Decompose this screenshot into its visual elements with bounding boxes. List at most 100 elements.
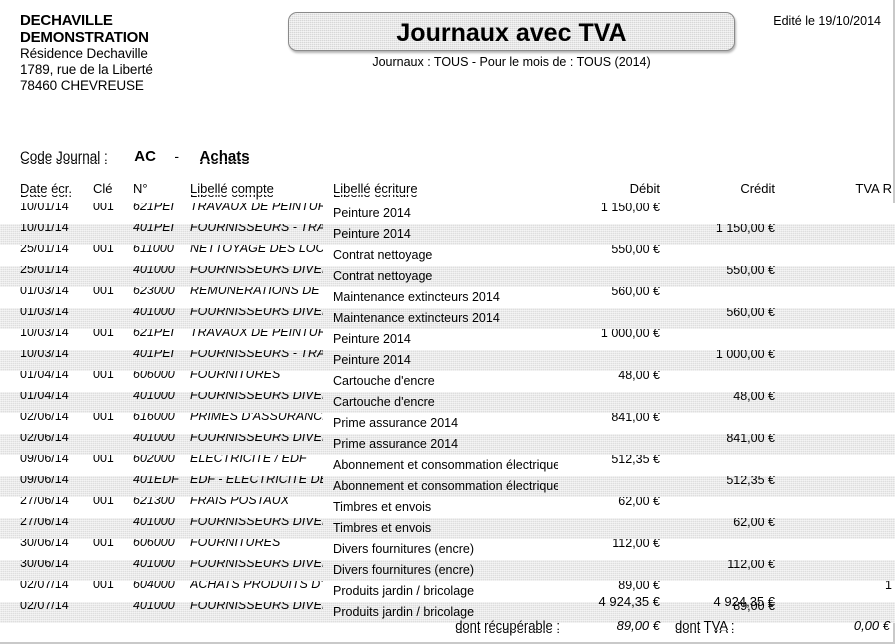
cell-date: 02/06/14: [20, 434, 69, 444]
cell-date: 30/06/14: [20, 539, 69, 549]
journal-separator: -: [174, 148, 180, 164]
company-name-line2: DEMONSTRATION: [20, 29, 149, 46]
company-address-line1: Résidence Dechaville: [20, 46, 148, 61]
table-row[interactable]: 30/06/14 001 606000 FOURNITURES Divers fourn…: [0, 539, 895, 560]
column-header-date: Date écr.: [20, 181, 86, 196]
cell-date: 10/03/14: [20, 350, 69, 360]
cell-libelle-compte: FOURNISSEURS DIVERS: [190, 308, 323, 318]
table-row[interactable]: 01/03/14 401000 FOURNISSEURS DIVERS Mainten…: [0, 308, 895, 329]
cell-credit: 560,00 €: [726, 308, 775, 319]
cell-num: 621300: [133, 497, 175, 507]
company-address-line2: 1789, rue de la Liberté: [20, 62, 153, 77]
cell-libelle-compte: FOURNISSEURS DIVERS: [190, 266, 323, 276]
cell-libelle-compte: FOURNISSEURS - TRAVAUX DE: [190, 224, 323, 234]
report-title: Journaux avec TVA: [396, 19, 627, 47]
entries-table: Date écr. Clé N° Libellé compte Libellé …: [0, 181, 895, 623]
cell-debit: 62,00 €: [618, 497, 660, 508]
cell-date: 10/01/14: [20, 203, 69, 213]
table-row[interactable]: 02/06/14 401000 FOURNISSEURS DIVERS Prime a…: [0, 434, 895, 455]
cell-credit: 1 150,00 €: [715, 224, 775, 235]
cell-libelle-ecriture: Abonnement et consommation électrique 1e…: [333, 458, 558, 472]
cell-libelle-compte: NETTOYAGE DES LOCAUX: [190, 245, 323, 255]
cell-libelle-ecriture: Peinture 2014: [333, 206, 411, 220]
table-row[interactable]: 01/04/14 401000 FOURNISSEURS DIVERS Cartouc…: [0, 392, 895, 413]
cell-libelle-compte: FOURNISSEURS DIVERS: [190, 434, 323, 444]
table-row[interactable]: 25/01/14 401000 FOURNISSEURS DIVERS Contrat…: [0, 266, 895, 287]
cell-credit: 48,00 €: [733, 392, 775, 403]
report-subtitle: Journaux : TOUS - Pour le mois de : TOUS…: [372, 55, 651, 69]
cell-date: 10/01/14: [20, 224, 69, 234]
table-row[interactable]: 30/06/14 401000 FOURNISSEURS DIVERS Divers …: [0, 560, 895, 581]
cell-num: 621PEI: [133, 329, 175, 339]
table-row[interactable]: 10/01/14 401PEI FOURNISSEURS - TRAVAUX DE P…: [0, 224, 895, 245]
company-header: DECHAVILLE DEMONSTRATION Résidence Decha…: [20, 12, 290, 94]
cell-libelle-ecriture: Maintenance extincteurs 2014: [333, 290, 500, 304]
cell-num: 401000: [133, 560, 175, 570]
cell-libelle-ecriture: Prime assurance 2014: [333, 416, 459, 430]
column-header-cle: Clé: [93, 181, 113, 196]
cell-libelle-compte: ELECTRICITE / EDF: [190, 455, 307, 465]
table-row[interactable]: 27/06/14 001 621300 FRAIS POSTAUX Timbres et…: [0, 497, 895, 518]
cell-cle: 001: [93, 245, 114, 255]
cell-debit: 560,00 €: [611, 287, 660, 298]
column-header-libelle-ecriture: Libellé écriture: [333, 181, 558, 196]
recoverable-label: dont récupérable :: [415, 618, 560, 633]
cell-date: 01/04/14: [20, 371, 69, 381]
cell-libelle-ecriture: Timbres et envois: [333, 521, 432, 535]
table-row[interactable]: 10/03/14 001 621PEI TRAVAUX DE PEINTURE (no…: [0, 329, 895, 350]
cell-tva: 1: [885, 581, 892, 592]
column-header-num: N°: [133, 181, 148, 196]
cell-num: 606000: [133, 371, 175, 381]
cell-cle: 001: [93, 371, 114, 381]
cell-libelle-ecriture: Peinture 2014: [333, 353, 411, 367]
cell-num: 401EDF: [133, 476, 179, 486]
column-header-tva-extra: R: [882, 181, 892, 196]
cell-cle: 001: [93, 539, 114, 549]
cell-cle: 001: [93, 203, 114, 213]
cell-cle: 001: [93, 497, 114, 507]
cell-date: 27/06/14: [20, 497, 69, 507]
table-row[interactable]: 25/01/14 001 611000 NETTOYAGE DES LOCAUX Con…: [0, 245, 895, 266]
table-row[interactable]: 02/06/14 001 616000 PRIMES D'ASSURANCES Prim…: [0, 413, 895, 434]
cell-num: 616000: [133, 413, 175, 423]
table-row[interactable]: 01/04/14 001 606000 FOURNITURES Cartouche d'…: [0, 371, 895, 392]
cell-debit: 550,00 €: [611, 245, 660, 256]
total-credit: 4 924,35 €: [713, 594, 775, 609]
cell-credit: 550,00 €: [726, 266, 775, 277]
cell-libelle-ecriture: Maintenance extincteurs 2014: [333, 311, 500, 325]
cell-libelle-ecriture: Divers fournitures (encre): [333, 563, 475, 577]
cell-num: 401PEI: [133, 224, 175, 234]
company-name-line1: DECHAVILLE: [20, 12, 113, 29]
cell-libelle-compte: TRAVAUX DE PEINTURE (non t: [190, 203, 323, 213]
cell-debit: 1 000,00 €: [600, 329, 660, 340]
cell-libelle-ecriture: Cartouche d'encre: [333, 395, 435, 409]
cell-date: 09/06/14: [20, 476, 69, 486]
cell-credit: 512,35 €: [726, 476, 775, 487]
company-address-line3: 78460 CHEVREUSE: [20, 78, 144, 93]
cell-num: 606000: [133, 539, 175, 549]
cell-date: 25/01/14: [20, 245, 69, 255]
table-row[interactable]: 27/06/14 401000 FOURNISSEURS DIVERS Timbres…: [0, 518, 895, 539]
cell-debit: 1 150,00 €: [600, 203, 660, 214]
report-page: DECHAVILLE DEMONSTRATION Résidence Decha…: [0, 0, 895, 644]
cell-cle: 001: [93, 329, 114, 339]
table-row[interactable]: 01/03/14 001 623000 REMUNERATIONS DE TIERS …: [0, 287, 895, 308]
tva-value: 0,00 €: [853, 618, 890, 633]
cell-libelle-ecriture: Peinture 2014: [333, 227, 411, 241]
table-row[interactable]: 10/01/14 001 621PEI TRAVAUX DE PEINTURE (no…: [0, 203, 895, 224]
cell-libelle-compte: REMUNERATIONS DE TIERS IN: [190, 287, 323, 297]
cell-date: 10/03/14: [20, 329, 69, 339]
cell-debit: 89,00 €: [618, 581, 660, 592]
table-row[interactable]: 09/06/14 401EDF EDF - ELECTRICITE DE FRANC…: [0, 476, 895, 497]
cell-libelle-compte: FOURNISSEURS DIVERS: [190, 560, 323, 570]
cell-credit: 841,00 €: [726, 434, 775, 445]
table-row[interactable]: 10/03/14 401PEI FOURNISSEURS - TRAVAUX DE P…: [0, 350, 895, 371]
cell-date: 02/06/14: [20, 413, 69, 423]
cell-date: 02/07/14: [20, 581, 69, 591]
cell-debit: 112,00 €: [612, 539, 660, 550]
table-row[interactable]: 09/06/14 001 602000 ELECTRICITE / EDF Abonne…: [0, 455, 895, 476]
cell-cle: 001: [93, 287, 114, 297]
cell-debit: 512,35 €: [611, 455, 660, 466]
table-header-row: Date écr. Clé N° Libellé compte Libellé …: [0, 181, 895, 203]
column-header-debit: Débit: [629, 181, 660, 196]
